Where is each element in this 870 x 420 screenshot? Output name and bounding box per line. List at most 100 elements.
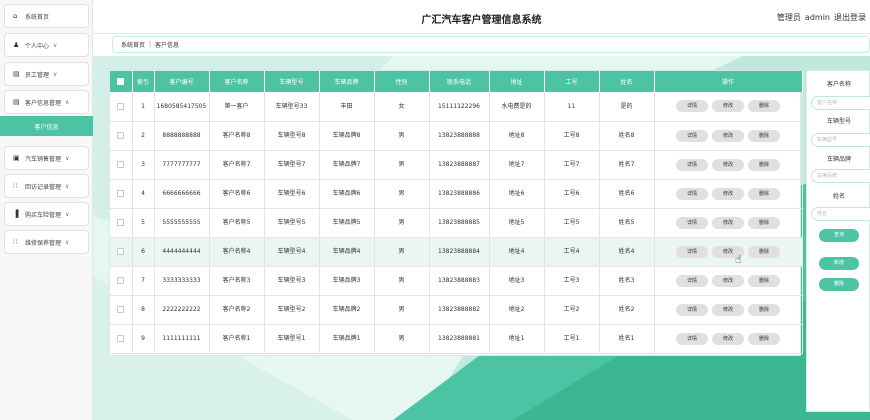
chevron-down-icon: ∨ <box>65 154 70 162</box>
table-cell: 车辆型号6 <box>264 179 320 209</box>
sidebar-item-visit-records[interactable]: ∷ 回访记录管理 ∨ <box>4 174 89 198</box>
edit-button[interactable]: 修改 <box>712 216 744 229</box>
delete-button[interactable]: 删除 <box>748 332 780 345</box>
vehicle-model-input[interactable] <box>811 133 870 147</box>
sidebar-item-car-sales[interactable]: ▣ 汽车销售管理 ∨ <box>4 146 89 170</box>
edit-button[interactable]: 修改 <box>712 158 744 171</box>
table-cell: 男 <box>374 121 430 151</box>
table-cell: 姓名2 <box>599 295 655 325</box>
row-checkbox[interactable] <box>110 324 133 354</box>
table-cell: 8888888888 <box>154 121 210 151</box>
row-checkbox[interactable] <box>110 266 133 296</box>
table-row: 8 2222222222 客户名称2 车辆型号2 车辆品牌2 男 13823888882 地址… <box>110 295 803 325</box>
detail-button[interactable]: 详情 <box>676 187 708 200</box>
column-header: 客户编号 <box>154 71 210 92</box>
table-cell: 13823888884 <box>429 237 490 267</box>
edit-button[interactable]: 修改 <box>712 274 744 287</box>
table-cell: 姓名3 <box>599 266 655 296</box>
detail-button[interactable]: 详情 <box>676 216 708 229</box>
row-checkbox[interactable] <box>110 179 133 209</box>
row-checkbox[interactable] <box>110 208 133 238</box>
table-cell: 车辆型号7 <box>264 150 320 180</box>
sidebar-item-insurance[interactable]: ▐ 购买车险管理 ∨ <box>4 202 89 226</box>
row-checkbox[interactable] <box>110 150 133 180</box>
delete-button[interactable]: 删除 <box>748 245 780 258</box>
delete-button[interactable]: 删除 <box>748 158 780 171</box>
table-row: 9 1111111111 客户名称1 车辆型号1 车辆品牌1 男 13823888881 地址… <box>110 324 803 354</box>
column-header: 车辆品牌 <box>319 71 375 92</box>
edit-button[interactable]: 修改 <box>712 129 744 142</box>
detail-button[interactable]: 详情 <box>676 332 708 345</box>
sidebar-subitem-customer-info[interactable]: 客户信息 <box>0 116 93 136</box>
table-row: 6 4444444444 客户名称4 车辆型号4 车辆品牌4 男 13823888884 地址… <box>110 237 803 267</box>
sidebar-item-customer-info[interactable]: ▤ 客户信息管理 ∧ <box>4 90 89 114</box>
user-info: 管理员 admin 退出登录 <box>777 12 870 23</box>
column-header: 联系电话 <box>429 71 490 92</box>
table-cell: 车辆品牌6 <box>319 179 375 209</box>
detail-button[interactable]: 详情 <box>676 100 708 113</box>
customer-name-input[interactable] <box>811 96 870 110</box>
table-cell: 4444444444 <box>154 237 210 267</box>
name-input[interactable] <box>811 207 870 221</box>
sidebar-item-label: 汽车销售管理 <box>25 155 62 163</box>
delete-button[interactable]: 删除 <box>748 303 780 316</box>
detail-button[interactable]: 详情 <box>676 274 708 287</box>
row-checkbox[interactable] <box>110 295 133 325</box>
detail-button[interactable]: 详情 <box>676 158 708 171</box>
table-cell: 车辆品牌8 <box>319 121 375 151</box>
select-all-checkbox[interactable] <box>110 71 133 92</box>
table-cell: 客户名称4 <box>209 237 265 267</box>
breadcrumb-home[interactable]: 系统首页 <box>121 40 145 49</box>
table-cell: 车辆品牌2 <box>319 295 375 325</box>
edit-button[interactable]: 修改 <box>712 100 744 113</box>
column-header: 工号 <box>544 71 600 92</box>
sidebar-item-maintenance[interactable]: ∷ 维修保养管理 ∨ <box>4 230 89 254</box>
table-cell: 地址2 <box>489 295 545 325</box>
table-cell: 女 <box>374 92 430 122</box>
delete-button[interactable]: 删除 <box>819 278 859 291</box>
row-checkbox[interactable] <box>110 92 133 122</box>
detail-button[interactable]: 详情 <box>676 303 708 316</box>
table-cell: 工号3 <box>544 266 600 296</box>
vehicle-brand-input[interactable] <box>811 169 870 183</box>
table-cell: 11 <box>544 92 600 122</box>
edit-button[interactable]: 修改 <box>712 187 744 200</box>
table-cell: 车辆品牌1 <box>319 324 375 354</box>
edit-button[interactable]: 修改 <box>712 303 744 316</box>
sidebar-item-personal-center[interactable]: ♟ 个人中心 ∨ <box>4 33 89 57</box>
customer-name-label: 客户名称 <box>826 81 851 88</box>
delete-button[interactable]: 删除 <box>748 216 780 229</box>
detail-button[interactable]: 详情 <box>676 245 708 258</box>
row-actions: 详情 修改 删除 <box>654 266 803 296</box>
table-cell: 是的 <box>599 92 655 122</box>
table-cell: 地址3 <box>489 266 545 296</box>
table-cell: 丰田 <box>319 92 375 122</box>
delete-button[interactable]: 删除 <box>748 100 780 113</box>
table-cell: 工号6 <box>544 179 600 209</box>
delete-button[interactable]: 删除 <box>748 274 780 287</box>
grid-icon: ∷ <box>13 182 18 190</box>
add-button[interactable]: 新增 <box>819 257 859 270</box>
row-actions: 详情 修改 删除 <box>654 92 803 122</box>
row-checkbox[interactable] <box>110 121 133 151</box>
table-cell: 男 <box>374 208 430 238</box>
delete-button[interactable]: 删除 <box>748 187 780 200</box>
sidebar-item-label: 员工管理 <box>25 71 50 79</box>
column-header: 姓名 <box>599 71 655 92</box>
logout-link[interactable]: 退出登录 <box>834 13 866 22</box>
row-actions: 详情 修改 删除 <box>654 121 803 151</box>
table-cell: 1680585417505 <box>154 92 210 122</box>
table-cell: 车辆型号8 <box>264 121 320 151</box>
table-cell: 13823888883 <box>429 266 490 296</box>
table-cell: 客户名称8 <box>209 121 265 151</box>
detail-button[interactable]: 详情 <box>676 129 708 142</box>
edit-button[interactable]: 修改 <box>712 332 744 345</box>
sidebar-item-staff[interactable]: ▤ 员工管理 ∨ <box>4 62 89 86</box>
table-cell: 男 <box>374 324 430 354</box>
row-checkbox[interactable] <box>110 237 133 267</box>
delete-button[interactable]: 删除 <box>748 129 780 142</box>
sidebar-item-home[interactable]: ⌂ 系统首页 <box>4 4 89 28</box>
table-cell: 5555555555 <box>154 208 210 238</box>
table-cell: 地址6 <box>489 179 545 209</box>
query-button[interactable]: 查询 <box>819 229 859 242</box>
